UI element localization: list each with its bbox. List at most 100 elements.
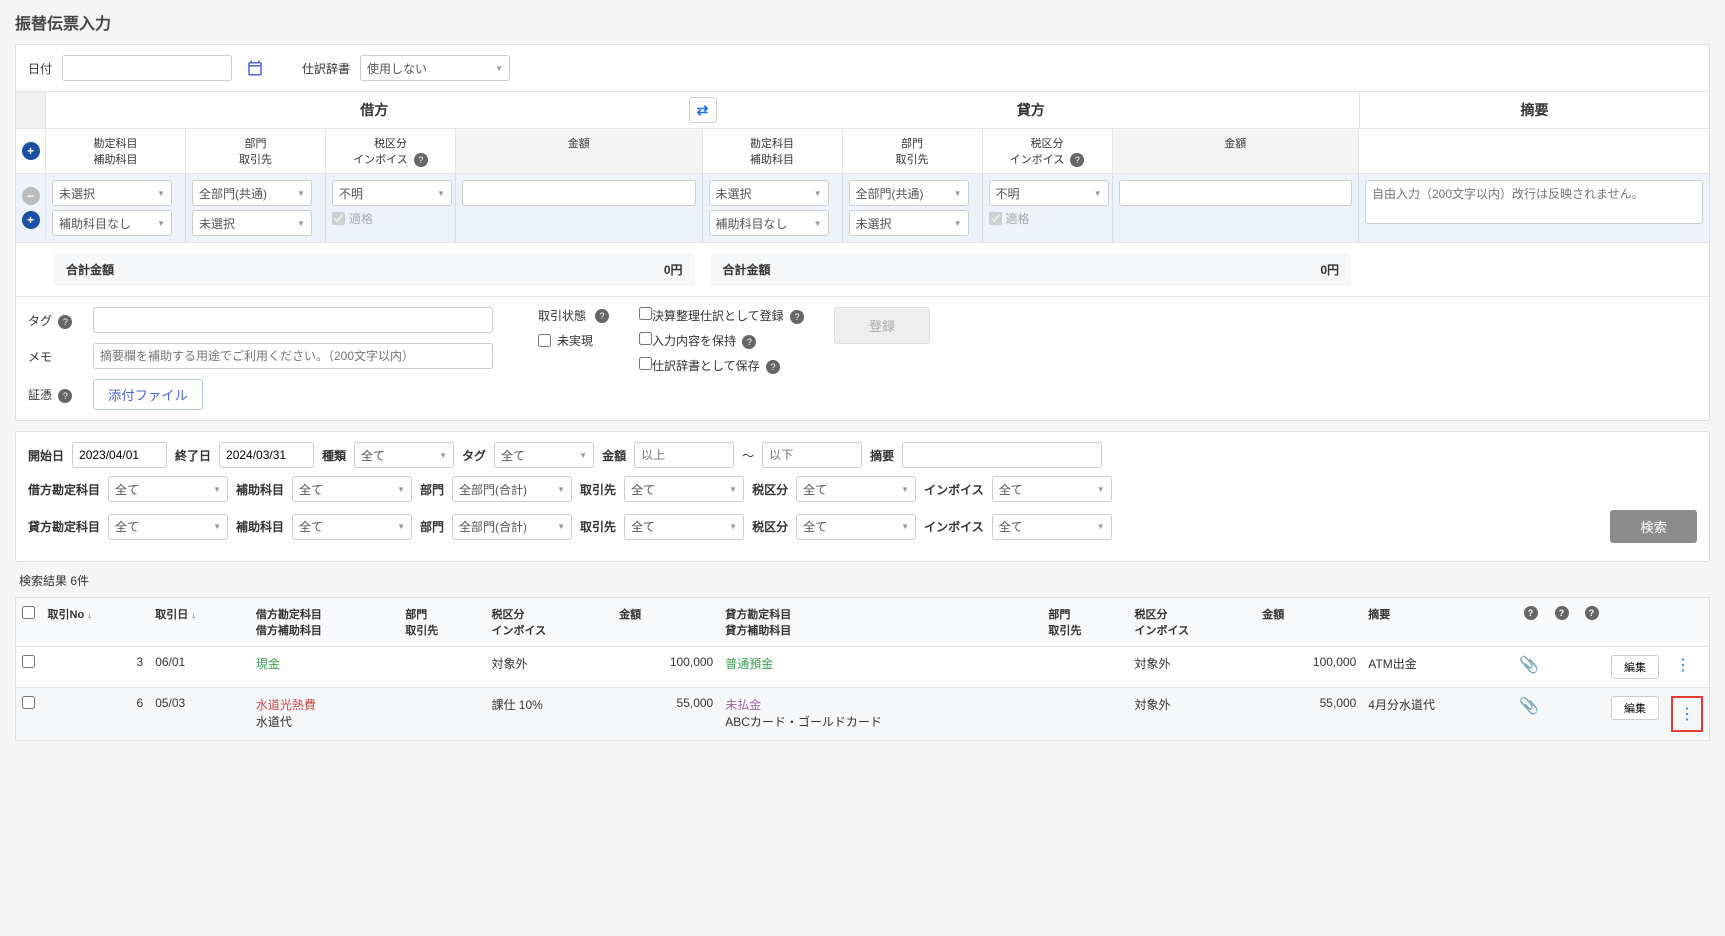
filter-credit-sub[interactable]: 全て▼: [292, 514, 412, 540]
summary-header: 摘要: [1359, 92, 1709, 128]
evidence-label: 証憑: [28, 388, 52, 402]
debit-partner-select[interactable]: 未選択▼: [192, 210, 312, 236]
col-amount-d: 金額: [460, 135, 698, 151]
credit-partner-select[interactable]: 未選択▼: [849, 210, 969, 236]
help-icon[interactable]: ?: [58, 389, 72, 403]
memo-input[interactable]: [93, 343, 493, 369]
more-icon[interactable]: ⋮: [1671, 657, 1695, 674]
type-select[interactable]: 全て▼: [354, 442, 454, 468]
col-d-amount: 金額: [613, 598, 719, 647]
col-no[interactable]: 取引No ↓: [42, 598, 150, 647]
date-input[interactable]: [62, 55, 232, 81]
credit-amount-input[interactable]: [1119, 180, 1353, 206]
help-icon[interactable]: ?: [595, 309, 609, 323]
col-date[interactable]: 取引日 ↓: [149, 598, 250, 647]
register-button[interactable]: 登録: [834, 307, 930, 344]
amount-from-input[interactable]: [634, 442, 734, 468]
help-icon[interactable]: ?: [1555, 606, 1569, 620]
more-icon[interactable]: ⋮: [1675, 706, 1699, 723]
page-title: 振替伝票入力: [15, 10, 1710, 34]
debit-tax-select[interactable]: 不明▼: [332, 180, 452, 206]
select-all-check[interactable]: [22, 606, 35, 619]
col-account: 勘定科目: [50, 135, 181, 151]
filter-debit-sub[interactable]: 全て▼: [292, 476, 412, 502]
remove-row-icon[interactable]: −: [22, 187, 40, 205]
debit-total: 合計金額0円: [54, 253, 695, 286]
help-icon[interactable]: ?: [1524, 606, 1538, 620]
save-dict-check[interactable]: [639, 357, 652, 370]
help-icon[interactable]: ?: [790, 310, 804, 324]
filter-summary-input[interactable]: [902, 442, 1102, 468]
help-icon[interactable]: ?: [1585, 606, 1599, 620]
help-icon[interactable]: ?: [1070, 153, 1084, 167]
closing-entry-check[interactable]: [639, 307, 652, 320]
row-check[interactable]: [22, 696, 35, 709]
col-c-amount: 金額: [1256, 598, 1362, 647]
credit-tax-select[interactable]: 不明▼: [989, 180, 1109, 206]
credit-total: 合計金額0円: [711, 253, 1352, 286]
credit-dept-select[interactable]: 全部門(共通)▼: [849, 180, 969, 206]
summary-textarea[interactable]: [1365, 180, 1703, 224]
add-row-below-icon[interactable]: +: [22, 211, 40, 229]
help-icon[interactable]: ?: [414, 153, 428, 167]
help-icon[interactable]: ?: [742, 335, 756, 349]
col-d-dept: 部門取引先: [399, 598, 485, 647]
filter-debit-invoice[interactable]: 全て▼: [992, 476, 1112, 502]
filter-credit-invoice[interactable]: 全て▼: [992, 514, 1112, 540]
filter-debit-partner[interactable]: 全て▼: [624, 476, 744, 502]
row-check[interactable]: [22, 655, 35, 668]
attachment-icon[interactable]: 📎: [1519, 657, 1539, 674]
swap-icon[interactable]: ⇄: [689, 97, 717, 123]
dict-label: 仕訳辞書: [302, 60, 350, 77]
keep-input-check[interactable]: [639, 332, 652, 345]
debit-header: 借方 ⇄: [46, 92, 703, 128]
col-partner: 取引先: [190, 151, 321, 167]
add-row-icon[interactable]: +: [22, 142, 40, 160]
col-amount-c: 金額: [1117, 135, 1355, 151]
help-icon[interactable]: ?: [58, 315, 72, 329]
col-d-tax: 税区分インボイス: [485, 598, 613, 647]
calendar-icon[interactable]: [242, 55, 268, 81]
debit-account-select[interactable]: 未選択▼: [52, 180, 172, 206]
filter-debit-acc[interactable]: 全て▼: [108, 476, 228, 502]
filter-tag-select[interactable]: 全て▼: [494, 442, 594, 468]
results-count: 検索結果 6件: [19, 572, 1706, 589]
help-icon[interactable]: ?: [766, 360, 780, 374]
col-dept: 部門: [190, 135, 321, 151]
edit-button[interactable]: 編集: [1611, 696, 1659, 720]
col-c-tax: 税区分インボイス: [1129, 598, 1257, 647]
dict-select[interactable]: 使用しない▼: [360, 55, 510, 81]
col-c-acc: 貸方勘定科目貸方補助科目: [719, 598, 1042, 647]
tag-input[interactable]: [93, 307, 493, 333]
filter-credit-acc[interactable]: 全て▼: [108, 514, 228, 540]
table-row: 6 05/03 水道光熱費水道代 課仕 10% 55,000 未払金ABCカード…: [16, 688, 1710, 741]
unrealized-check[interactable]: [538, 334, 551, 347]
attachment-icon[interactable]: 📎: [1519, 698, 1539, 715]
tag-label: タグ: [28, 314, 52, 328]
entry-panel: 日付 仕訳辞書 使用しない▼ 借方 ⇄ 貸方 摘要 + 勘定科目補: [15, 44, 1710, 421]
filter-panel: 開始日 終了日 種類 全て▼ タグ 全て▼ 金額 ～ 摘要 借方勘定科目 全て▼…: [15, 431, 1710, 562]
start-date-input[interactable]: [72, 442, 167, 468]
col-subaccount: 補助科目: [50, 151, 181, 167]
start-date-label: 開始日: [28, 447, 64, 464]
amount-to-input[interactable]: [762, 442, 862, 468]
credit-subaccount-select[interactable]: 補助科目なし▼: [709, 210, 829, 236]
search-button[interactable]: 検索: [1610, 510, 1697, 543]
filter-debit-tax[interactable]: 全て▼: [796, 476, 916, 502]
filter-debit-dept[interactable]: 全部門(合計)▼: [452, 476, 572, 502]
debit-amount-input[interactable]: [462, 180, 696, 206]
end-date-input[interactable]: [219, 442, 314, 468]
edit-button[interactable]: 編集: [1611, 655, 1659, 679]
filter-credit-dept[interactable]: 全部門(合計)▼: [452, 514, 572, 540]
credit-account-select[interactable]: 未選択▼: [709, 180, 829, 206]
filter-credit-tax[interactable]: 全て▼: [796, 514, 916, 540]
credit-header: 貸方: [703, 92, 1360, 128]
date-label: 日付: [28, 60, 52, 77]
table-row: 3 06/01 現金 対象外 100,000 普通預金 対象外 100,000 …: [16, 647, 1710, 688]
col-invoice: インボイス: [353, 154, 408, 166]
attach-button[interactable]: 添付ファイル: [93, 379, 203, 410]
debit-qualified-check: [332, 212, 345, 225]
filter-credit-partner[interactable]: 全て▼: [624, 514, 744, 540]
debit-subaccount-select[interactable]: 補助科目なし▼: [52, 210, 172, 236]
debit-dept-select[interactable]: 全部門(共通)▼: [192, 180, 312, 206]
